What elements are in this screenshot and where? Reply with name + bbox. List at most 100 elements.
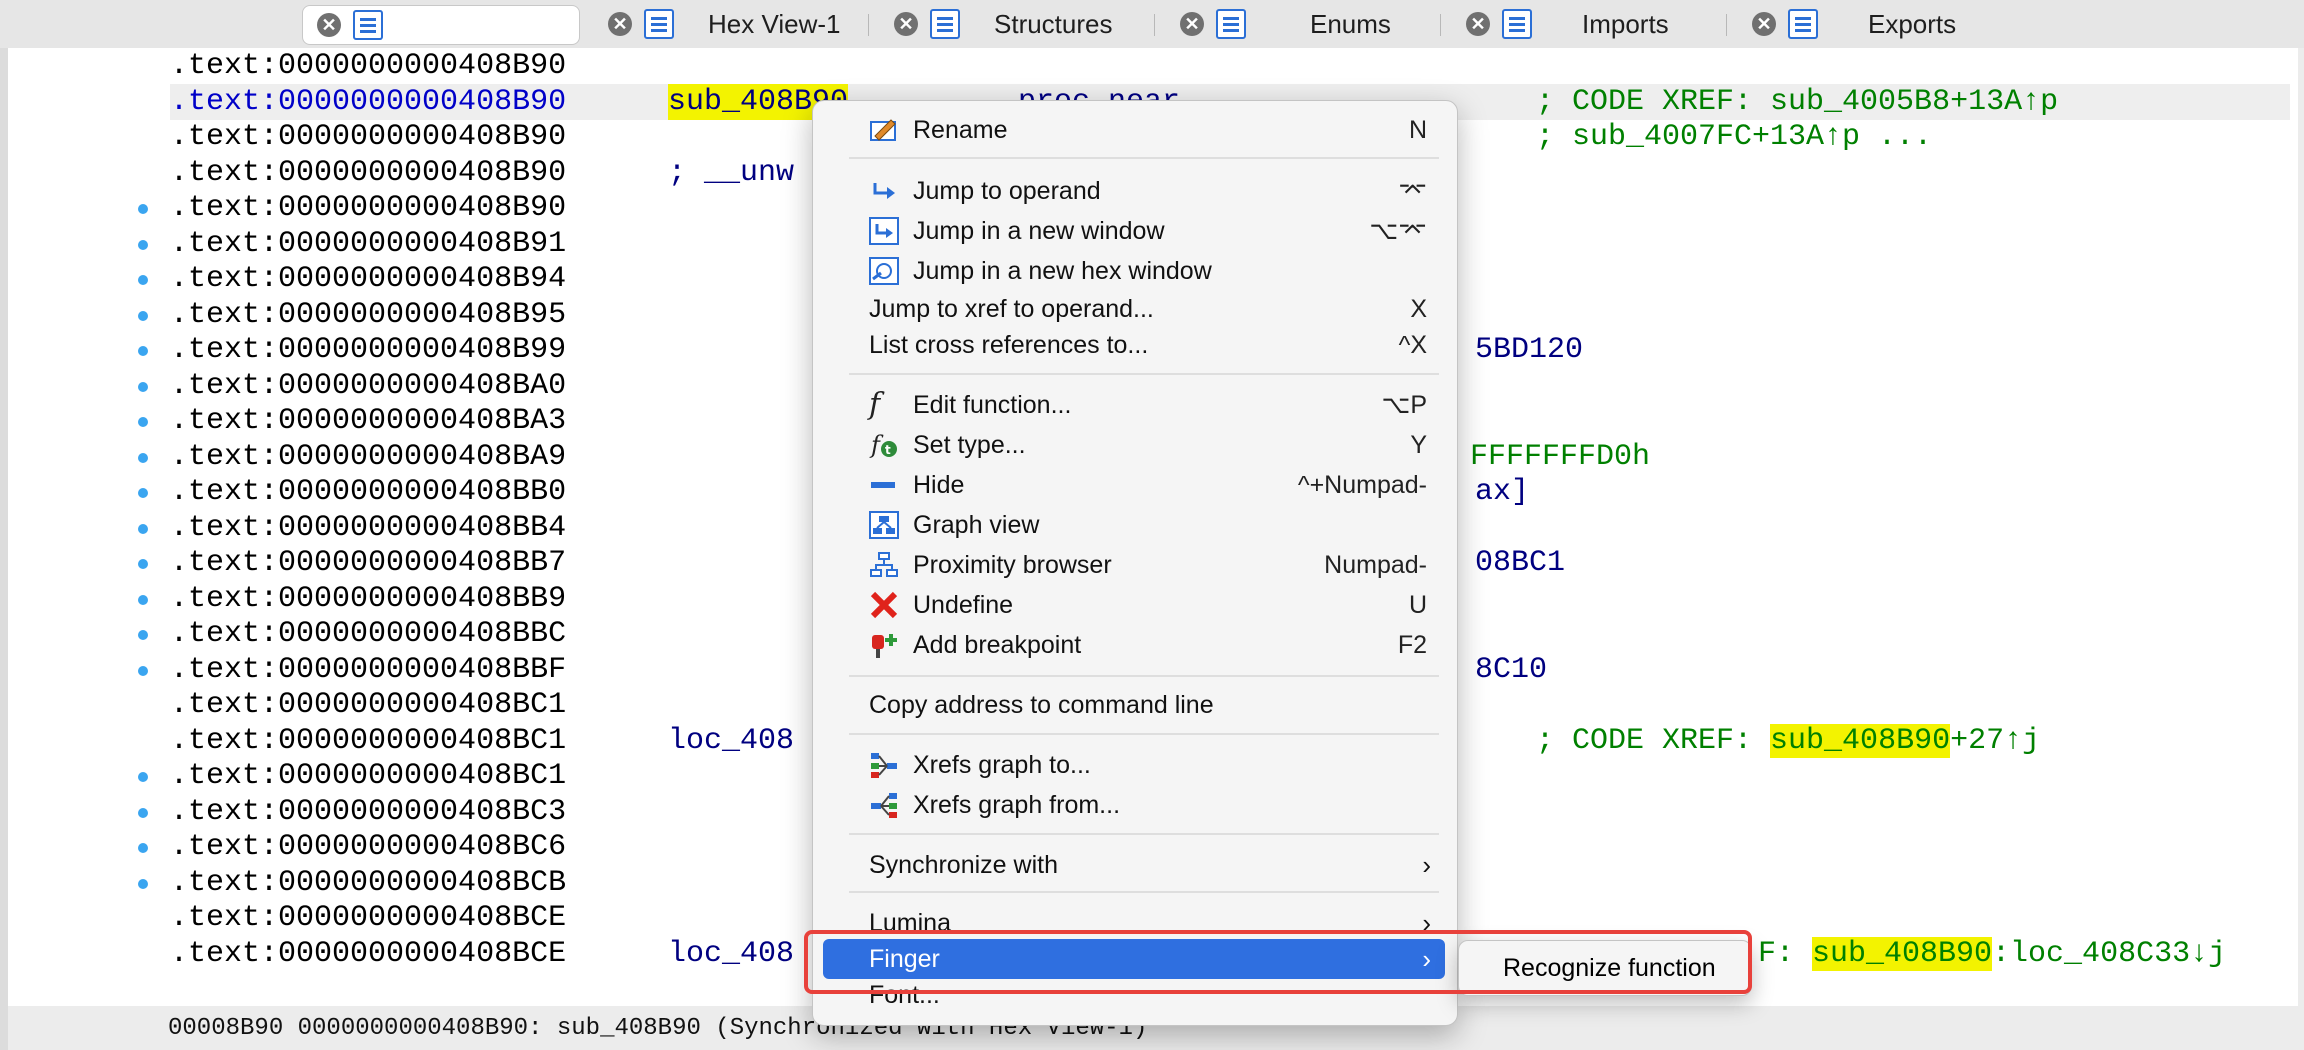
xref-target[interactable]: sub_408B90 [1770,723,1951,758]
line-address: 0000000000408BA0 [278,368,567,403]
breakpoint-dot[interactable] [138,239,148,250]
menu-item-edit-function[interactable]: f Edit function... ⌥P [823,385,1445,425]
menu-item-jump-xref[interactable]: Jump to xref to operand... X [823,289,1445,329]
code-operand-tail: FFFFFFFD0h [1470,439,1651,474]
menu-item-shortcut: N [1408,116,1427,144]
tab-label: Hex View-1 [708,8,841,39]
breakpoint-dot[interactable] [138,310,148,321]
tab-hex-view[interactable]: ✕ Hex View-1 [594,5,864,43]
svg-text:t: t [885,443,891,457]
segment-prefix: .text: [170,581,279,616]
menu-item-proximity-browser[interactable]: Proximity browser Numpad- [823,545,1445,585]
menu-item-shortcut: X [1410,295,1427,323]
menu-item-copy-address[interactable]: Copy address to command line [823,685,1445,725]
breakpoint-dot[interactable] [138,559,148,569]
breakpoint-dot[interactable] [138,381,148,392]
line-address: 0000000000408B90 [278,49,567,83]
menu-item-jump-hex-window[interactable]: Jump in a new hex window [823,251,1445,291]
tab-label: Enums [1310,8,1391,39]
line-address: 0000000000408BC1 [278,688,567,722]
set-type-icon: f t [869,431,897,459]
breakpoint-dot[interactable] [138,594,148,605]
menu-item-label: Edit function... [913,391,1072,419]
tab-divider [1440,14,1441,36]
breakpoint-dot[interactable] [138,665,148,676]
close-icon[interactable]: ✕ [608,12,632,36]
segment-prefix: .text: [170,226,279,261]
line-address: 0000000000408BB7 [278,546,567,580]
breakpoint-dot[interactable] [138,523,148,534]
exports-icon [1788,9,1818,39]
code-label[interactable]: loc_408 [668,723,794,759]
code-xref-comment: F: sub_408B90:loc_408C33↓j [1758,936,2226,972]
tab-structures[interactable]: ✕ Structures [880,5,1150,43]
breakpoint-dot[interactable] [138,630,148,640]
menu-item-graph-view[interactable]: Graph view [823,505,1445,545]
code-xref-comment: ; CODE XREF: sub_408B90+27↑j [1536,723,2040,759]
menu-item-shortcut: ⌥P [1381,391,1427,419]
xref-suffix: +27↑j [1950,723,2041,758]
tab-ida-view[interactable]: ✕ [302,5,580,45]
breakpoint-dot[interactable] [138,452,148,463]
menu-item-list-xrefs[interactable]: List cross references to... ^X [823,325,1445,365]
breakpoint-dot[interactable] [138,346,148,356]
menu-item-jump-new-window[interactable]: Jump in a new window ⌥⌤ [823,211,1445,251]
line-address: 0000000000408BB0 [278,475,567,509]
menu-item-add-breakpoint[interactable]: Add breakpoint F2 [823,625,1445,665]
menu-item-undefine[interactable]: Undefine U [823,585,1445,625]
menu-item-label: Xrefs graph to... [913,751,1091,779]
line-address: 0000000000408BC3 [278,794,567,829]
line-address: 0000000000408BC1 [278,723,567,758]
line-address: 0000000000408BBF [278,652,567,687]
breakpoint-dot[interactable] [138,807,148,818]
line-address: 0000000000408BA9 [278,439,567,474]
breakpoint-dot[interactable] [138,843,148,853]
comment-text: ; sub_4007FC+13A↑p ... [1536,120,1933,154]
breakpoint-dot[interactable] [138,204,148,214]
segment-prefix: .text: [170,936,279,971]
xref-target[interactable]: sub_408B90 [1812,936,1993,971]
left-edge [0,48,8,1050]
close-icon[interactable]: ✕ [1466,12,1490,36]
breakpoint-dot[interactable] [138,417,148,427]
line-address: 0000000000408BC6 [278,830,567,864]
menu-item-jump-to-operand[interactable]: Jump to operand ⌤ [823,171,1445,211]
menu-item-synchronize-with[interactable]: Synchronize with › [823,845,1445,885]
hide-icon [871,482,895,488]
breakpoint-dot[interactable] [138,878,148,889]
segment-prefix: .text: [170,439,279,474]
tab-divider [1154,14,1155,36]
code-operand-tail: ax] [1475,475,1530,509]
menu-item-xrefs-graph-to[interactable]: Xrefs graph to... [823,745,1445,785]
code-label[interactable]: loc_408 [668,936,794,972]
breakpoint-dot[interactable] [138,772,148,782]
line-address: 0000000000408BA3 [278,404,567,438]
menu-item-label: Undefine [913,591,1014,619]
xrefs-from-icon [871,793,897,818]
code-line[interactable]: .text:0000000000408B90 [170,48,2290,84]
menu-separator [849,891,1439,893]
close-icon[interactable]: ✕ [317,13,341,37]
hex-view-icon [644,9,674,39]
close-icon[interactable]: ✕ [1752,12,1776,36]
close-icon[interactable]: ✕ [1180,12,1204,36]
line-address: 0000000000408BB4 [278,510,567,545]
menu-item-shortcut: ^+Numpad- [1297,471,1427,499]
graph-view-icon [869,511,899,539]
tab-imports[interactable]: ✕ Imports [1452,5,1722,43]
tab-exports[interactable]: ✕ Exports [1738,5,2008,43]
menu-item-set-type[interactable]: f t Set type... Y [823,425,1445,465]
breakpoint-dot[interactable] [138,275,148,285]
menu-item-label: Xrefs graph from... [913,791,1121,819]
code-comment: ; __unw [668,155,795,190]
menu-item-hide[interactable]: Hide ^+Numpad- [823,465,1445,505]
menu-item-xrefs-graph-from[interactable]: Xrefs graph from... [823,785,1445,825]
menu-item-label: Graph view [913,511,1040,539]
ida-view-icon [353,10,383,40]
proximity-icon [870,552,898,577]
close-icon[interactable]: ✕ [894,12,918,36]
menu-item-rename[interactable]: Rename N [823,110,1445,150]
function-icon: f [869,387,881,422]
breakpoint-dot[interactable] [138,488,148,498]
tab-enums[interactable]: ✕ Enums [1166,5,1436,43]
